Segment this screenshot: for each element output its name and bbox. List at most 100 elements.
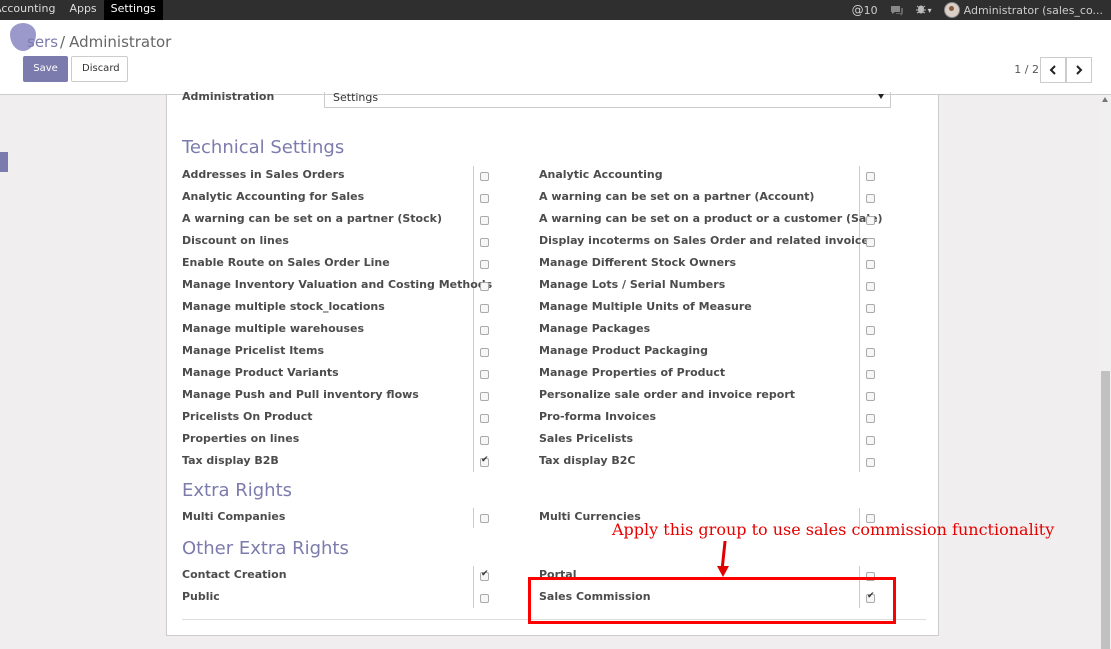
setting-checkbox[interactable] [480,260,489,269]
breadcrumb: sers / Administrator [27,33,171,51]
save-button[interactable]: Save [23,56,68,82]
setting-label: Pricelists On Product [182,410,313,423]
bug-icon [915,3,926,17]
section-title: Other Extra Rights [182,538,349,559]
setting-checkbox[interactable] [480,216,489,225]
setting-label: Manage Properties of Product [539,366,726,379]
setting-label: Manage Inventory Valuation and Costing M… [182,278,493,291]
section-title: Technical Settings [182,137,345,158]
form-sheet: Administration Settings Technical Settin… [166,90,939,636]
nav-apps[interactable]: Apps [62,0,103,20]
setting-label: Sales Pricelists [539,432,634,445]
setting-checkbox[interactable] [480,436,489,445]
setting-label: Multi Companies [182,510,286,523]
setting-label: Manage Different Stock Owners [539,256,737,269]
setting-label: Display incoterms on Sales Order and rel… [539,234,876,247]
chat-icon[interactable] [890,5,904,16]
chevron-left-icon [1049,65,1056,75]
scroll-up-icon[interactable] [1102,97,1108,102]
breadcrumb-users[interactable]: sers [27,33,58,51]
setting-checkbox[interactable] [480,455,489,467]
mentions-indicator[interactable]: @ 10 [852,3,878,17]
scrollbar-thumb[interactable] [1101,371,1110,649]
discard-button[interactable]: Discard [71,56,128,82]
column-separator [473,166,474,472]
setting-checkbox[interactable] [480,238,489,247]
setting-checkbox[interactable] [480,172,489,181]
annotation-highlight-box [528,577,896,624]
setting-label: Tax display B2C [539,454,636,467]
setting-label: A warning can be set on a partner (Accou… [539,190,815,203]
setting-label: Personalize sale order and invoice repor… [539,388,796,401]
setting-checkbox[interactable] [866,304,875,313]
setting-label: Contact Creation [182,568,287,581]
user-menu[interactable]: Administrator (sales_co... [943,2,1103,18]
administration-label: Administration [182,90,275,103]
setting-checkbox[interactable] [480,348,489,357]
administration-select[interactable]: Settings [324,92,891,108]
control-panel: sers / Administrator Save Discard 1 / 2 [0,20,1111,95]
setting-checkbox[interactable] [480,414,489,423]
setting-label: Discount on lines [182,234,289,247]
setting-label: Properties on lines [182,432,300,445]
setting-label: Addresses in Sales Orders [182,168,345,181]
setting-checkbox[interactable] [866,370,875,379]
setting-checkbox[interactable] [866,216,875,225]
setting-checkbox[interactable] [480,370,489,379]
nav-settings[interactable]: Settings [103,0,163,20]
column-separator [473,566,474,608]
setting-checkbox[interactable] [866,326,875,335]
breadcrumb-separator: / [60,33,66,51]
pager-next-button[interactable] [1066,57,1092,83]
pager-value: 1 / 2 [1014,63,1039,76]
setting-label: Manage Product Packaging [539,344,708,357]
setting-label: Manage Multiple Units of Measure [539,300,752,313]
setting-checkbox[interactable] [866,392,875,401]
setting-checkbox[interactable] [480,594,489,603]
setting-checkbox[interactable] [866,282,875,291]
setting-checkbox[interactable] [866,436,875,445]
arrow-down-icon [717,566,729,577]
setting-checkbox[interactable] [866,260,875,269]
setting-label: Manage Packages [539,322,651,335]
setting-checkbox[interactable] [480,392,489,401]
setting-label: Manage Lots / Serial Numbers [539,278,726,291]
setting-checkbox[interactable] [480,194,489,203]
user-label: Administrator (sales_co... [963,3,1103,17]
pager-previous-button[interactable] [1040,57,1066,83]
setting-checkbox[interactable] [866,348,875,357]
setting-label: Analytic Accounting [539,168,663,181]
nav-accounting[interactable]: Accounting [0,0,62,20]
setting-label: Manage Product Variants [182,366,339,379]
setting-checkbox[interactable] [480,569,489,581]
setting-label: Manage multiple stock_locations [182,300,385,313]
setting-checkbox[interactable] [480,514,489,523]
section-title: Extra Rights [182,480,293,501]
setting-checkbox[interactable] [480,304,489,313]
setting-checkbox[interactable] [866,238,875,247]
setting-label: Pro-forma Invoices [539,410,657,423]
breadcrumb-current: Administrator [69,33,172,51]
setting-label: A warning can be set on a product or a c… [539,212,883,225]
mentions-count: 10 [863,3,878,17]
chevron-right-icon [1076,65,1083,75]
systray: @ 10 ▾ Administrator (sales_co... [840,0,1103,20]
caret-down-icon [878,94,884,99]
setting-label: Public [182,590,220,603]
debug-menu[interactable]: ▾ [915,3,932,17]
setting-label: Manage multiple warehouses [182,322,365,335]
chevron-down-icon: ▾ [927,5,932,15]
setting-checkbox[interactable] [866,458,875,467]
setting-checkbox[interactable] [480,326,489,335]
at-icon: @ [851,3,864,17]
annotation-text: Apply this group to use sales commission… [612,520,1055,539]
setting-label: Analytic Accounting for Sales [182,190,365,203]
setting-checkbox[interactable] [480,282,489,291]
scrollbar[interactable] [1100,95,1111,649]
setting-label: Tax display B2B [182,454,279,467]
administration-value: Settings [333,91,379,104]
setting-label: Manage Pricelist Items [182,344,325,357]
setting-checkbox[interactable] [866,194,875,203]
setting-checkbox[interactable] [866,414,875,423]
setting-checkbox[interactable] [866,172,875,181]
